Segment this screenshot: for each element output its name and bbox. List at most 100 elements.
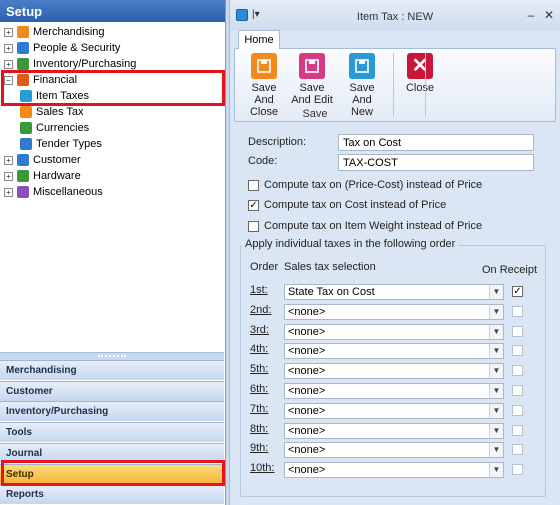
- nav-button-journal[interactable]: Journal: [0, 442, 224, 463]
- sales-tax-select-value: State Tax on Cost: [288, 286, 375, 298]
- tree-item-item-taxes[interactable]: Item Taxes: [20, 88, 89, 104]
- sales-tax-select-value: <none>: [288, 464, 326, 477]
- tree-item-customer[interactable]: + Customer: [4, 152, 81, 168]
- sales-tax-select[interactable]: <none> ▼: [284, 363, 504, 380]
- expand-icon[interactable]: +: [4, 187, 13, 197]
- tax-order-group-title: Apply individual taxes in the following …: [242, 238, 459, 250]
- tree-item-hardware[interactable]: + Hardware: [4, 168, 81, 184]
- save-and-new-icon: [349, 53, 375, 79]
- on-receipt-checkbox[interactable]: [512, 424, 523, 436]
- pane-splitter[interactable]: [0, 352, 224, 360]
- tree-item-currencies[interactable]: Currencies: [20, 120, 89, 136]
- chevron-down-icon[interactable]: ▼: [489, 443, 503, 458]
- chevron-down-icon[interactable]: ▼: [489, 364, 503, 379]
- sales-tax-select[interactable]: <none> ▼: [284, 462, 504, 479]
- window-close-button[interactable]: ✕: [542, 8, 556, 22]
- nav-button-tools[interactable]: Tools: [0, 422, 224, 443]
- option-checkbox[interactable]: [248, 221, 259, 232]
- window-title: Item Tax : NEW: [356, 11, 434, 23]
- on-receipt-checkbox[interactable]: [512, 385, 523, 396]
- pane-header: Setup: [0, 0, 225, 22]
- option-checkbox[interactable]: ✓: [248, 200, 259, 211]
- sales-tax-select-value: <none>: [288, 365, 326, 378]
- tree-item-financial[interactable]: − Financial: [4, 72, 77, 88]
- sales-tax-select[interactable]: <none> ▼: [284, 323, 504, 340]
- chevron-down-icon[interactable]: ▼: [489, 423, 503, 438]
- tree-item-tender-types[interactable]: Tender Types: [20, 136, 102, 152]
- item-taxes-icon: [20, 90, 32, 102]
- item-tax-form: Description: Tax on Cost Code: TAX-COST …: [234, 124, 556, 502]
- chevron-down-icon[interactable]: ▼: [489, 324, 503, 339]
- option-checkbox[interactable]: [248, 180, 259, 191]
- close-icon: ✕: [407, 53, 433, 79]
- splitter-grip[interactable]: [98, 355, 126, 357]
- chevron-down-icon[interactable]: ▼: [489, 384, 503, 398]
- tax-order-label: 9th:: [250, 442, 269, 455]
- financial-icon: [17, 74, 29, 86]
- option-label[interactable]: Compute tax on Item Weight instead of Pr…: [264, 220, 482, 232]
- nav-button-customer[interactable]: Customer: [0, 380, 224, 401]
- expand-icon[interactable]: +: [4, 27, 13, 37]
- sales-tax-select[interactable]: State Tax on Cost ▼: [284, 284, 504, 300]
- nav-button-reports[interactable]: Reports: [0, 484, 224, 505]
- nav-button-inventory-purchasing[interactable]: Inventory/Purchasing: [0, 401, 224, 422]
- on-receipt-column-header: On Receipt: [482, 264, 538, 276]
- save-and-edit-button[interactable]: Save And Edit: [289, 53, 335, 106]
- nav-button-merchandising[interactable]: Merchandising: [0, 360, 224, 380]
- tree-item-sales-tax[interactable]: Sales Tax: [20, 104, 84, 120]
- option-label[interactable]: Compute tax on (Price-Cost) instead of P…: [264, 179, 482, 191]
- tab-home[interactable]: Home: [238, 30, 280, 49]
- tax-order-label: 7th:: [250, 402, 269, 415]
- chevron-down-icon[interactable]: ▼: [489, 285, 503, 299]
- tree-item-people-security[interactable]: + People & Security: [4, 40, 120, 56]
- tree-item-label: Inventory/Purchasing: [33, 58, 137, 70]
- collapse-icon[interactable]: −: [4, 75, 13, 85]
- chevron-down-icon[interactable]: ▼: [489, 304, 503, 319]
- tender-types-icon: [20, 138, 32, 150]
- on-receipt-checkbox[interactable]: [512, 444, 523, 456]
- expand-icon[interactable]: +: [4, 171, 13, 181]
- expand-icon[interactable]: +: [4, 43, 13, 53]
- on-receipt-checkbox[interactable]: [512, 325, 523, 337]
- sales-tax-select-value: <none>: [288, 444, 326, 457]
- tree-item-miscellaneous[interactable]: + Miscellaneous: [4, 184, 103, 200]
- sales-tax-select[interactable]: <none> ▼: [284, 422, 504, 439]
- expand-icon[interactable]: +: [4, 155, 13, 165]
- people-icon: [17, 42, 29, 54]
- on-receipt-checkbox[interactable]: ✓: [512, 286, 523, 297]
- nav-button-setup[interactable]: Setup: [0, 463, 224, 484]
- tree-item-label: Item Taxes: [36, 90, 89, 102]
- on-receipt-checkbox[interactable]: [512, 365, 523, 377]
- on-receipt-checkbox[interactable]: [512, 464, 523, 476]
- merchandising-icon: [17, 26, 29, 38]
- on-receipt-checkbox[interactable]: [512, 305, 523, 317]
- sales-tax-select-value: <none>: [288, 345, 326, 358]
- sales-tax-select[interactable]: <none> ▼: [284, 442, 504, 459]
- expand-icon[interactable]: +: [4, 59, 13, 69]
- chevron-down-icon[interactable]: ▼: [489, 463, 503, 478]
- navigation-pane: Setup + Merchandising + People & Security + I…: [0, 0, 226, 505]
- minimize-button[interactable]: –: [524, 8, 538, 22]
- selection-column-header: Sales tax selection: [284, 261, 376, 273]
- description-label: Description:: [248, 136, 307, 148]
- on-receipt-checkbox[interactable]: [512, 404, 523, 416]
- code-field[interactable]: TAX-COST: [338, 154, 534, 171]
- tree-item-label: Financial: [33, 74, 78, 86]
- tree-item-label: Customer: [33, 154, 81, 166]
- sales-tax-select[interactable]: <none> ▼: [284, 402, 504, 419]
- on-receipt-checkbox[interactable]: [512, 345, 523, 357]
- chevron-down-icon[interactable]: ▼: [489, 344, 503, 359]
- tax-order-label: 5th:: [250, 363, 269, 376]
- sales-tax-select[interactable]: <none> ▼: [284, 303, 504, 320]
- description-field[interactable]: Tax on Cost: [338, 134, 534, 151]
- sales-tax-icon: [20, 106, 32, 118]
- sales-tax-select[interactable]: <none> ▼: [284, 383, 504, 399]
- tree-item-inventory-purchasing[interactable]: + Inventory/Purchasing: [4, 56, 136, 72]
- close-button[interactable]: ✕ Close: [397, 53, 443, 94]
- sales-tax-select[interactable]: <none> ▼: [284, 343, 504, 360]
- option-label[interactable]: Compute tax on Cost instead of Price: [264, 199, 446, 211]
- tree-item-merchandising[interactable]: + Merchandising: [4, 24, 105, 40]
- customer-icon: [17, 154, 29, 166]
- chevron-down-icon[interactable]: ▼: [489, 403, 503, 418]
- save-and-close-icon: [251, 53, 277, 79]
